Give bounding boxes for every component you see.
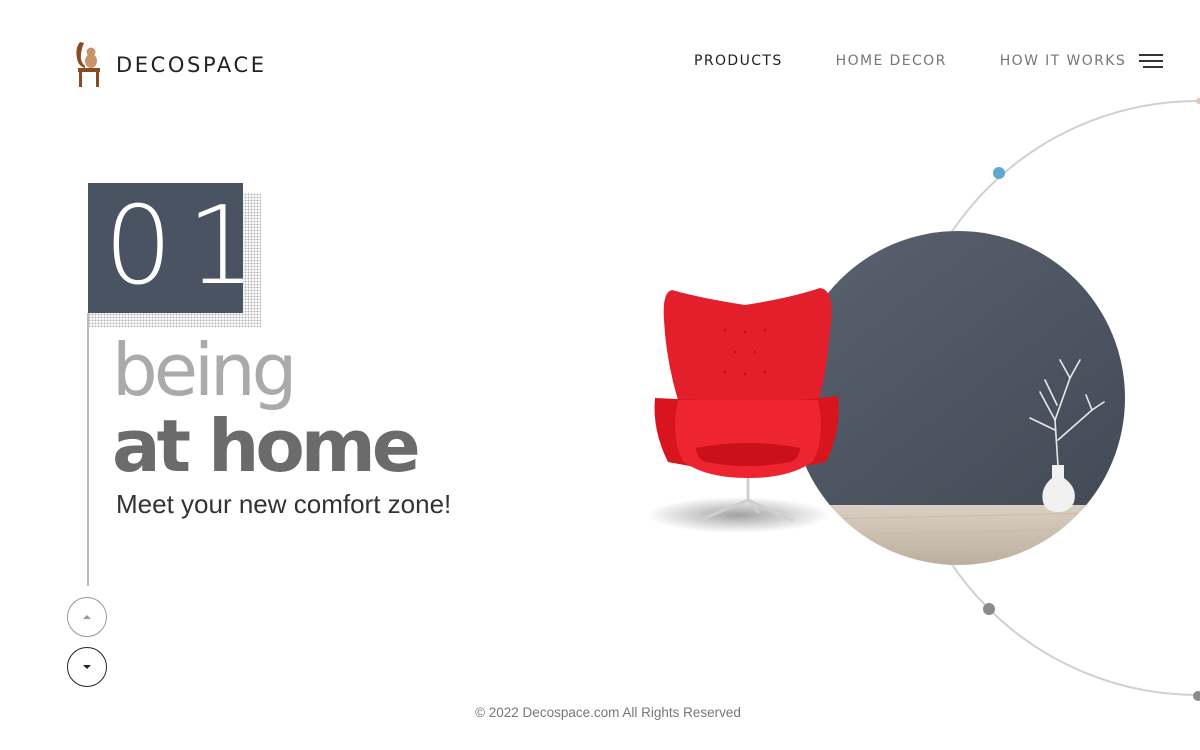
brand-name: DECOSPACE [116, 53, 267, 77]
orbit-dot-edge [1193, 691, 1200, 701]
vertical-divider [87, 313, 89, 586]
orbit-ring [900, 100, 1200, 696]
previous-slide-button[interactable] [67, 597, 107, 637]
tagline: Meet your new comfort zone! [116, 489, 452, 519]
nav-item-home-decor[interactable]: HOME DECOR [836, 53, 947, 69]
squirrel-chair-logo-icon [76, 42, 100, 87]
room-scene [791, 231, 1125, 565]
orbit-dot-blue [993, 167, 1005, 179]
arrow-down-icon [83, 665, 91, 669]
headline-light: being [112, 328, 297, 412]
orbit-dot-top [1196, 98, 1200, 104]
arrow-up-icon [83, 615, 91, 619]
slide-number: 01 [104, 184, 243, 309]
orbit-dot-gray [983, 603, 995, 615]
main-nav: PRODUCTS HOME DECOR HOW IT WORKS [694, 53, 1126, 69]
footer-copyright: © 2022 Decospace.com All Rights Reserved [475, 705, 741, 720]
hamburger-icon[interactable] [1139, 53, 1163, 69]
next-slide-button[interactable] [67, 647, 107, 687]
slide-number-box: 01 [88, 183, 243, 313]
nav-item-products[interactable]: PRODUCTS [694, 53, 783, 69]
headline-bold: at home [112, 404, 421, 488]
brand-logo[interactable]: DECOSPACE [74, 38, 267, 88]
red-armchair [654, 288, 839, 522]
chair-shadow [646, 497, 830, 533]
nav-item-how-it-works[interactable]: HOW IT WORKS [1000, 53, 1126, 69]
